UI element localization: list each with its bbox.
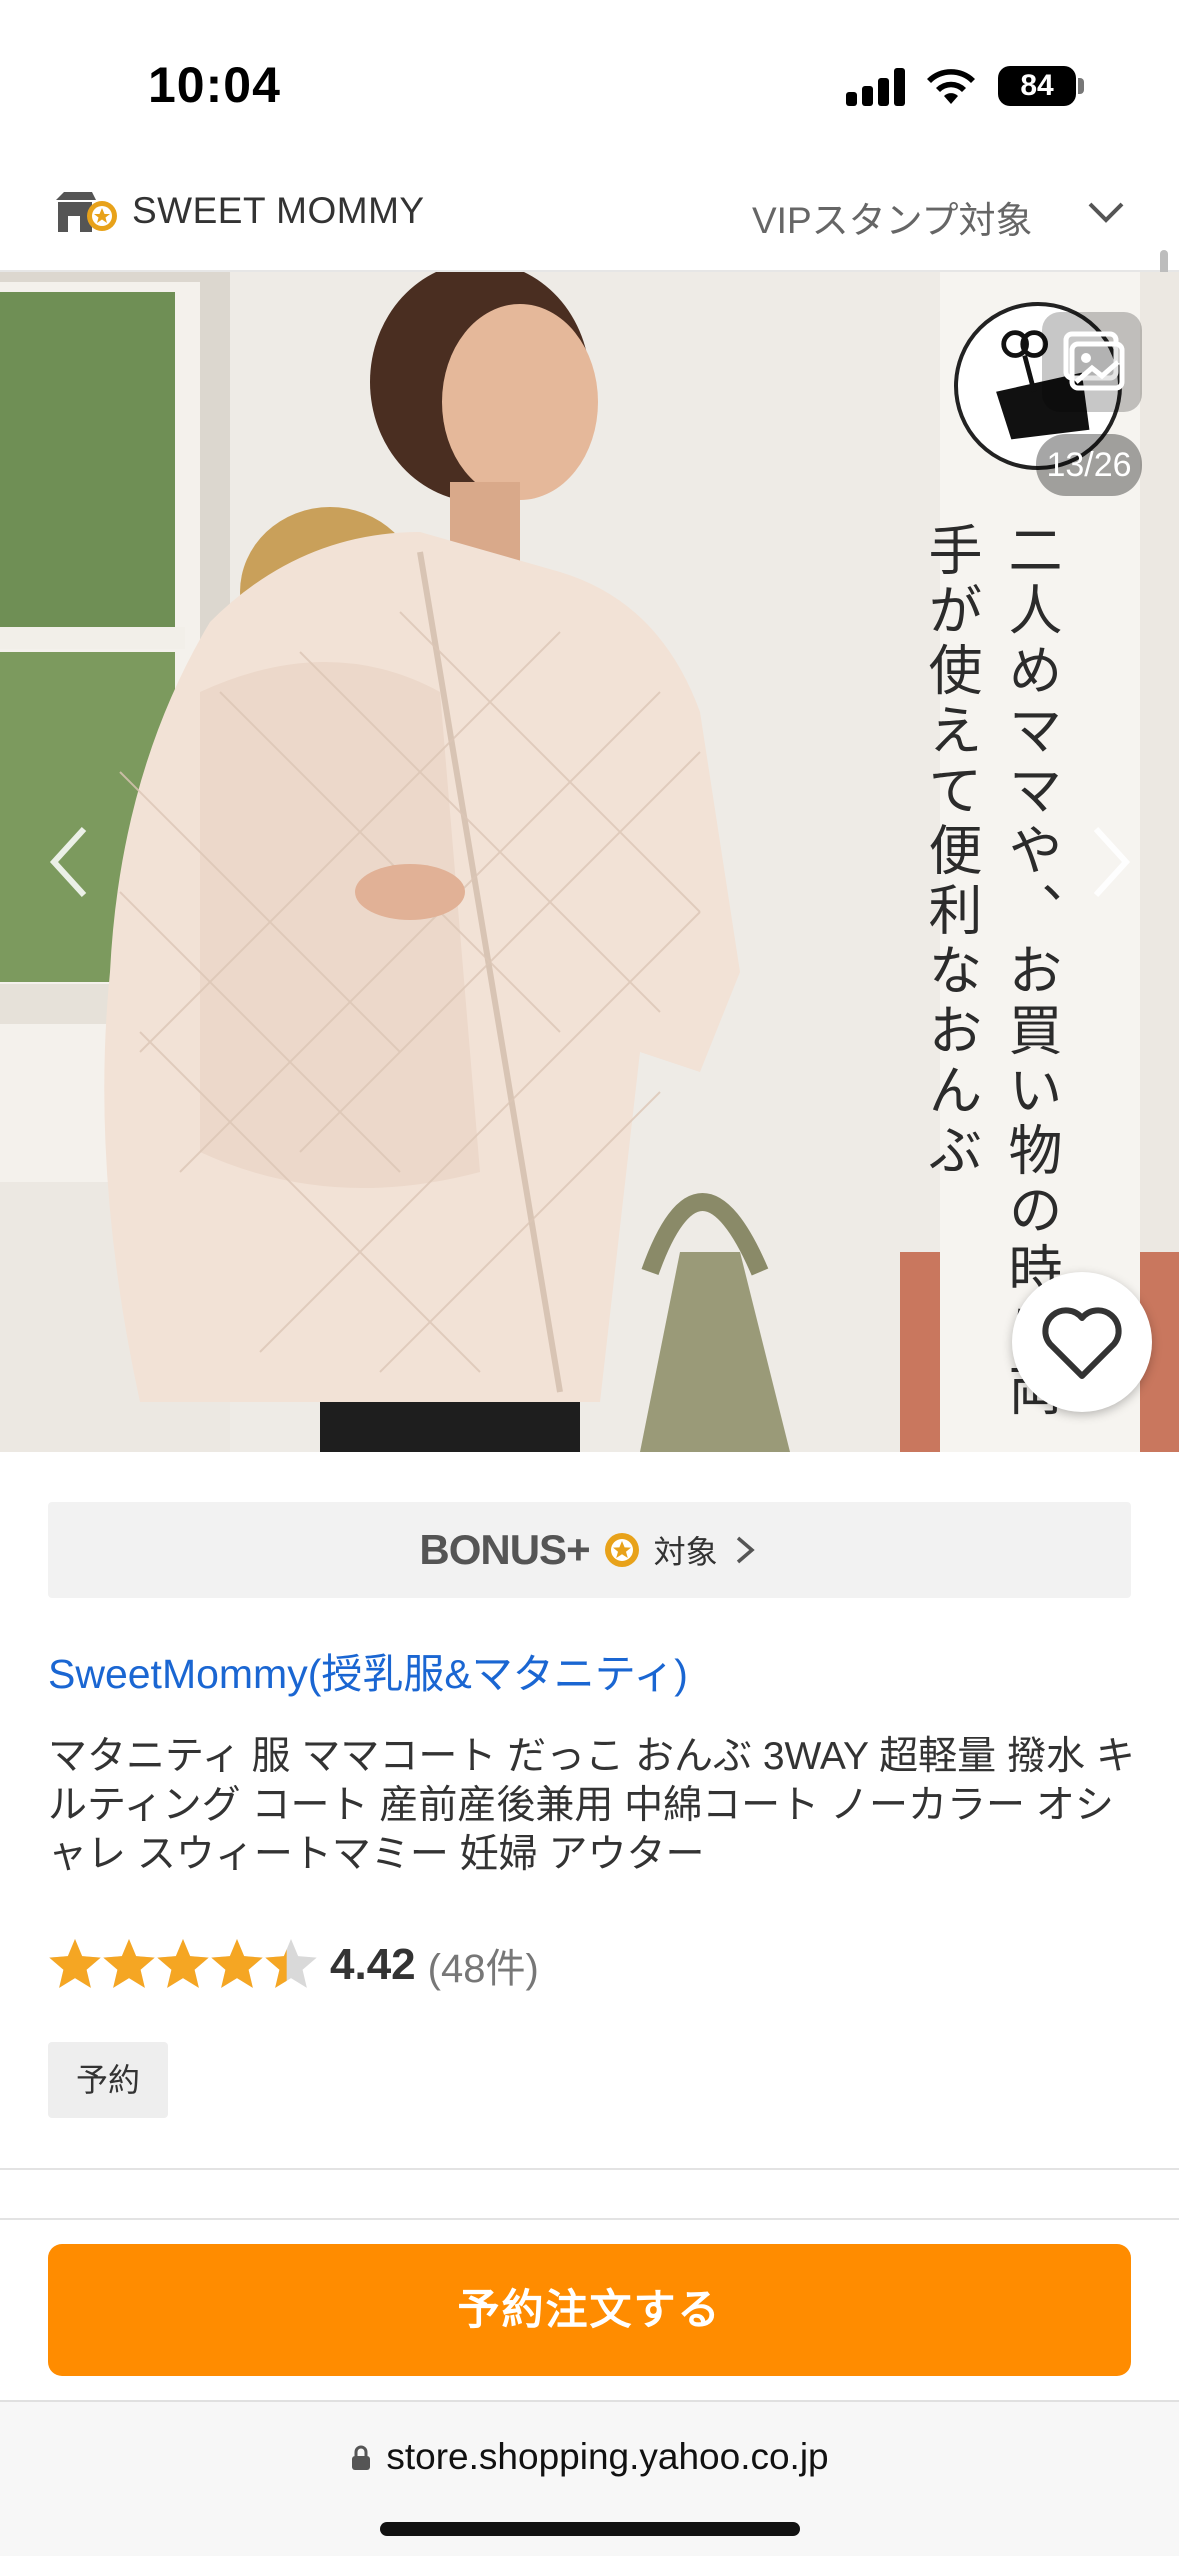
rating-value: 4.42 bbox=[330, 1940, 416, 1989]
bonus-eligible-bar[interactable]: BONUS+ 対象 bbox=[48, 1502, 1131, 1598]
browser-address-bar[interactable]: store.shopping.yahoo.co.jp bbox=[0, 2400, 1179, 2556]
signal-icon bbox=[846, 68, 906, 106]
star-filled bbox=[157, 1939, 209, 1988]
bonus-medal-icon bbox=[604, 1533, 639, 1567]
lock-icon bbox=[352, 2445, 371, 2470]
chevron-down-icon[interactable] bbox=[1086, 192, 1126, 232]
product-title: マタニティ 服 ママコート だっこ おんぶ 3WAY 超軽量 撥水 キルティング… bbox=[48, 1735, 1135, 1876]
chevron-right-icon bbox=[736, 1536, 755, 1564]
wifi-icon bbox=[927, 69, 975, 104]
rating-row[interactable]: 4.42 (48件) bbox=[48, 1930, 539, 2000]
star-rating bbox=[49, 1939, 317, 1988]
store-header[interactable]: SWEET MOMMY VIPスタンプ対象 bbox=[0, 170, 1179, 272]
product-image-carousel[interactable]: 二人めママや、お買い物の時に両手が使えて便利なおんぶ 13/26 bbox=[0, 272, 1179, 1452]
battery-tip bbox=[1078, 78, 1084, 94]
chevron-left-icon[interactable] bbox=[40, 817, 100, 907]
vip-stamp-label[interactable]: VIPスタンプ対象 bbox=[752, 190, 1033, 244]
reserve-order-button[interactable]: 予約注文する bbox=[48, 2244, 1131, 2376]
heart-icon bbox=[1042, 1307, 1122, 1379]
store-badge-icon bbox=[56, 192, 117, 232]
store-name[interactable]: SWEET MOMMY bbox=[132, 190, 425, 232]
url-row[interactable]: store.shopping.yahoo.co.jp bbox=[0, 2436, 1179, 2478]
status-bar: 10:04 84 bbox=[0, 0, 1179, 170]
bonus-logo: BONUS+ bbox=[419, 1526, 590, 1573]
review-count[interactable]: (48件) bbox=[428, 1936, 539, 1994]
store-link[interactable]: SweetMommy(授乳服&マタニティ) bbox=[48, 1640, 688, 1700]
image-gallery-button[interactable] bbox=[1042, 312, 1142, 412]
star-filled bbox=[211, 1939, 263, 1988]
star-filled bbox=[49, 1939, 101, 1988]
image-counter: 13/26 bbox=[1036, 434, 1142, 496]
bonus-label: 対象 bbox=[653, 1534, 718, 1570]
favorite-button[interactable] bbox=[1012, 1272, 1152, 1412]
url-text[interactable]: store.shopping.yahoo.co.jp bbox=[386, 2436, 828, 2477]
divider bbox=[0, 2218, 1179, 2220]
chevron-right-icon[interactable] bbox=[1080, 817, 1140, 907]
image-icon bbox=[1063, 331, 1125, 391]
battery-indicator: 84 bbox=[998, 66, 1076, 106]
home-indicator bbox=[380, 2522, 800, 2536]
star-filled bbox=[103, 1939, 155, 1988]
status-time: 10:04 bbox=[148, 57, 281, 113]
divider bbox=[0, 2168, 1179, 2170]
reservation-tag: 予約 bbox=[48, 2042, 168, 2118]
